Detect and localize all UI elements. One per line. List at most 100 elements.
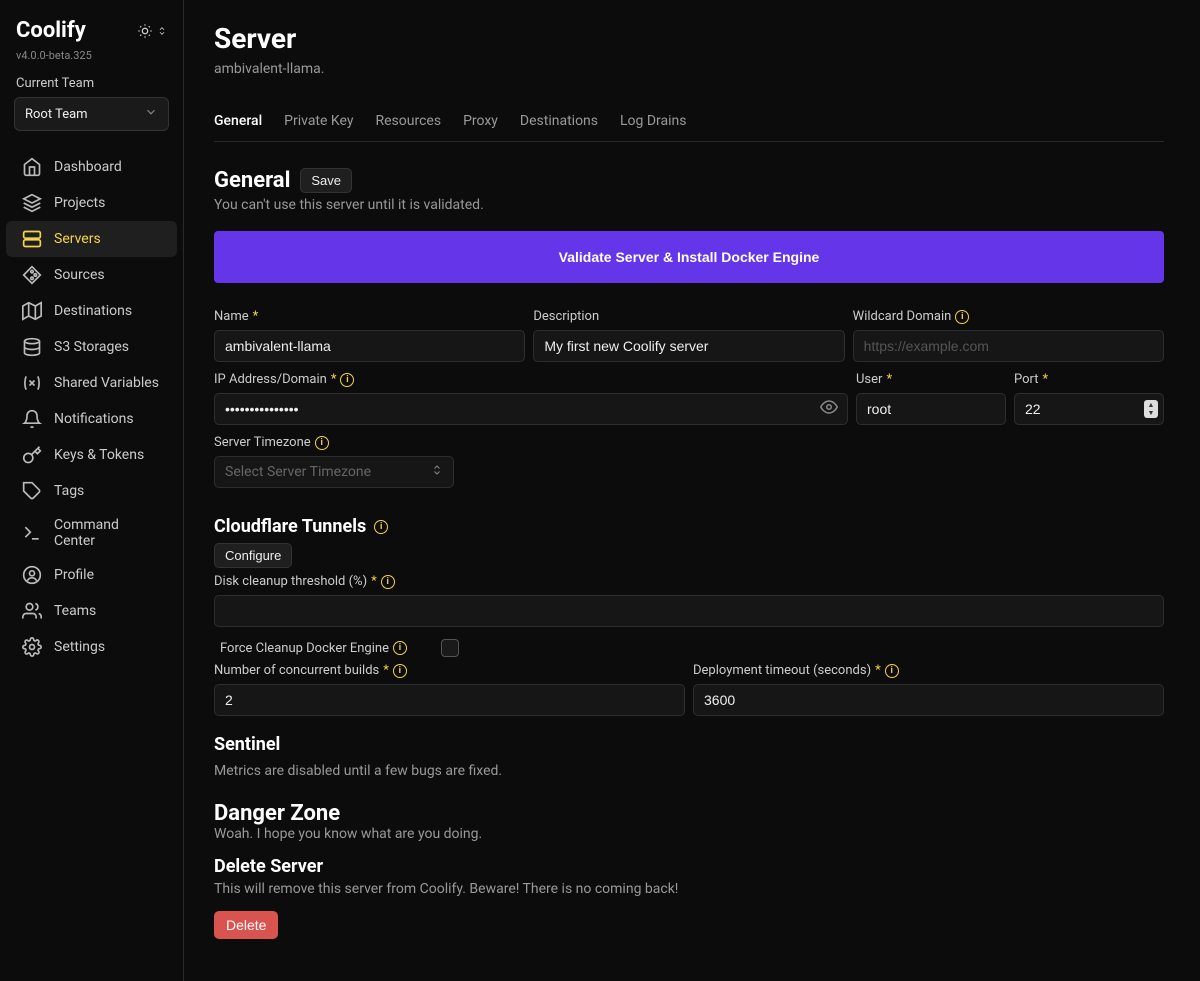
danger-desc: Woah. I hope you know what are you doing…: [214, 826, 1164, 842]
info-icon[interactable]: i: [315, 436, 329, 450]
sidebar-item-label: Notifications: [54, 411, 134, 427]
disk-label: Disk cleanup threshold (%) * i: [214, 574, 1164, 589]
port-label: Port *: [1014, 372, 1164, 387]
sidebar-item-label: Shared Variables: [54, 375, 159, 391]
ip-label: IP Address/Domain * i: [214, 372, 848, 387]
ip-input[interactable]: [214, 393, 848, 425]
sidebar-item-label: Destinations: [54, 303, 132, 319]
tab-private-key[interactable]: Private Key: [284, 113, 353, 129]
sidebar-item-dashboard[interactable]: Dashboard: [6, 149, 177, 185]
sidebar-item-label: Dashboard: [54, 159, 122, 175]
sidebar-item-teams[interactable]: Teams: [6, 593, 177, 629]
info-icon[interactable]: i: [340, 373, 354, 387]
sidebar-item-destinations[interactable]: Destinations: [6, 293, 177, 329]
tab-log-drains[interactable]: Log Drains: [620, 113, 687, 129]
gear-icon: [22, 637, 42, 657]
sidebar-item-label: Projects: [54, 195, 105, 211]
tab-general[interactable]: General: [214, 113, 262, 129]
brand-name: Coolify: [16, 18, 86, 43]
sidebar-item-label: Teams: [54, 603, 96, 619]
tab-resources[interactable]: Resources: [375, 113, 441, 129]
desc-label: Description: [533, 309, 844, 324]
validate-button[interactable]: Validate Server & Install Docker Engine: [214, 231, 1164, 283]
force-cleanup-checkbox[interactable]: [441, 639, 459, 657]
tz-select[interactable]: Select Server Timezone: [214, 456, 454, 488]
chevron-updown-icon: [431, 464, 443, 480]
sidebar-item-shared-vars[interactable]: Shared Variables: [6, 365, 177, 401]
tab-proxy[interactable]: Proxy: [463, 113, 498, 129]
theme-toggle[interactable]: [137, 23, 167, 39]
sidebar: Coolify v4.0.0-beta.325 Current Team Roo…: [0, 0, 184, 981]
team-selected: Root Team: [25, 107, 88, 122]
builds-input[interactable]: [214, 684, 685, 716]
sidebar-item-sources[interactable]: Sources: [6, 257, 177, 293]
wildcard-input[interactable]: [853, 330, 1164, 362]
sidebar-item-settings[interactable]: Settings: [6, 629, 177, 665]
user-icon: [22, 565, 42, 585]
sidebar-item-label: Tags: [54, 483, 84, 499]
map-icon: [22, 301, 42, 321]
delete-heading: Delete Server: [214, 856, 1164, 877]
home-icon: [22, 157, 42, 177]
user-input[interactable]: [856, 393, 1006, 425]
info-icon[interactable]: i: [374, 520, 388, 534]
info-icon[interactable]: i: [955, 310, 969, 324]
sidebar-item-projects[interactable]: Projects: [6, 185, 177, 221]
sentinel-heading: Sentinel: [214, 734, 1164, 755]
key-icon: [22, 445, 42, 465]
delete-button[interactable]: Delete: [214, 911, 278, 939]
general-desc: You can't use this server until it is va…: [214, 197, 1164, 213]
page-subtitle: ambivalent-llama.: [214, 61, 1164, 77]
sidebar-item-tags[interactable]: Tags: [6, 473, 177, 509]
number-spinner-icon[interactable]: ▲▼: [1144, 400, 1158, 418]
sidebar-item-label: Sources: [54, 267, 105, 283]
timeout-input[interactable]: [693, 684, 1164, 716]
tabs: General Private Key Resources Proxy Dest…: [214, 113, 1164, 142]
nav: Dashboard Projects Servers Sources Desti…: [0, 149, 183, 665]
tz-label: Server Timezone i: [214, 435, 454, 450]
sidebar-item-label: Settings: [54, 639, 105, 655]
sidebar-item-keys[interactable]: Keys & Tokens: [6, 437, 177, 473]
sidebar-item-servers[interactable]: Servers: [6, 221, 177, 257]
wildcard-label: Wildcard Domain i: [853, 309, 1164, 324]
port-input[interactable]: [1014, 393, 1164, 425]
sidebar-item-label: Profile: [54, 567, 94, 583]
bell-icon: [22, 409, 42, 429]
users-icon: [22, 601, 42, 621]
save-button[interactable]: Save: [300, 168, 352, 193]
page-title: Server: [214, 22, 1164, 55]
delete-desc: This will remove this server from Coolif…: [214, 881, 1164, 897]
info-icon[interactable]: i: [393, 641, 407, 655]
database-icon: [22, 337, 42, 357]
name-input[interactable]: [214, 330, 525, 362]
eye-icon[interactable]: [820, 398, 838, 420]
layers-icon: [22, 193, 42, 213]
user-label: User *: [856, 372, 1006, 387]
sidebar-item-notifications[interactable]: Notifications: [6, 401, 177, 437]
team-label: Current Team: [0, 76, 183, 97]
main: Server ambivalent-llama. General Private…: [184, 0, 1200, 981]
tab-destinations[interactable]: Destinations: [520, 113, 598, 129]
chevron-down-icon: [144, 105, 158, 123]
sidebar-item-command-center[interactable]: Command Center: [6, 509, 177, 557]
configure-button[interactable]: Configure: [214, 543, 292, 568]
variable-icon: [22, 373, 42, 393]
desc-input[interactable]: [533, 330, 844, 362]
brand-version: v4.0.0-beta.325: [0, 49, 183, 76]
disk-input[interactable]: [214, 595, 1164, 627]
tag-icon: [22, 481, 42, 501]
sidebar-item-label: Command Center: [54, 517, 161, 549]
sidebar-item-s3[interactable]: S3 Storages: [6, 329, 177, 365]
info-icon[interactable]: i: [381, 575, 395, 589]
server-icon: [22, 229, 42, 249]
sidebar-item-profile[interactable]: Profile: [6, 557, 177, 593]
info-icon[interactable]: i: [393, 664, 407, 678]
cloudflare-heading: Cloudflare Tunnels: [214, 516, 366, 537]
info-icon[interactable]: i: [885, 664, 899, 678]
name-label: Name *: [214, 309, 525, 324]
team-select[interactable]: Root Team: [14, 97, 169, 131]
terminal-icon: [22, 523, 42, 543]
git-icon: [22, 265, 42, 285]
force-cleanup-label: Force Cleanup Docker Engine i: [220, 641, 407, 656]
sentinel-desc: Metrics are disabled until a few bugs ar…: [214, 763, 1164, 779]
